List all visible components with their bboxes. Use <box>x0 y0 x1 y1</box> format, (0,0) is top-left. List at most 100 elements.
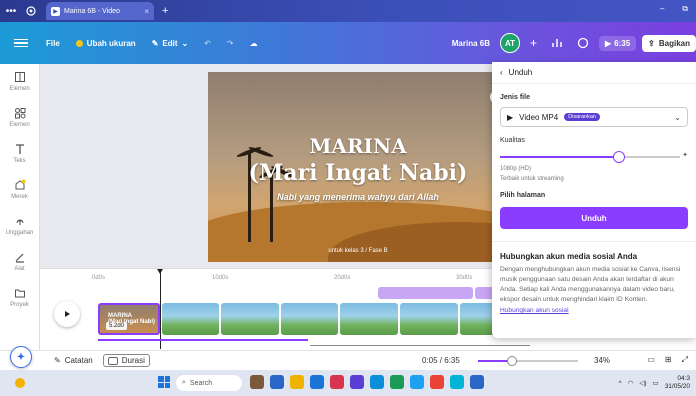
clock-date: 31/05/20 <box>664 383 690 390</box>
back-icon[interactable]: ‹ <box>500 68 503 77</box>
app-icon[interactable] <box>370 375 384 389</box>
play-duration: 6:35 <box>614 38 631 48</box>
sidebar-item-uploads[interactable]: Unggahan <box>0 208 39 244</box>
timeline-clip[interactable] <box>399 303 458 335</box>
add-collaborator-button[interactable]: + <box>526 36 541 50</box>
share-button[interactable]: ⇪ Bagikan <box>642 34 696 52</box>
app-icon[interactable] <box>450 375 464 389</box>
app-icon[interactable] <box>330 375 344 389</box>
chevron-down-icon: ⌄ <box>674 112 681 122</box>
zoom-percent[interactable]: 34% <box>594 356 610 365</box>
canva-favicon-icon: ▶ <box>51 6 60 16</box>
avatar[interactable]: AT <box>499 33 520 53</box>
sidebar-item-label: Unggahan <box>5 230 34 236</box>
sidebar-item-projects[interactable]: Proyek <box>0 280 39 316</box>
redo-button[interactable]: ↷ <box>219 39 242 48</box>
fullscreen-icon[interactable]: ⤢ <box>682 355 688 365</box>
volume-icon[interactable]: ◁) <box>639 379 646 387</box>
browser-tab[interactable]: ▶ Marina 6B - Video × <box>46 2 154 20</box>
search-icon: ⌕ <box>182 379 186 386</box>
audio-track[interactable] <box>378 287 473 299</box>
quality-slider[interactable]: ✦ <box>500 151 688 163</box>
timeline-playhead[interactable] <box>157 269 163 349</box>
taskbar-search[interactable]: ⌕ Search <box>176 375 242 391</box>
download-button[interactable]: Unduh <box>500 207 688 229</box>
clock-time: 04:3 <box>677 375 690 382</box>
weather-icon[interactable] <box>12 375 28 391</box>
edge-app-icon[interactable] <box>410 375 424 389</box>
share-label: Bagikan <box>658 38 690 48</box>
file-menu-button[interactable]: File <box>38 39 68 48</box>
minimize-icon[interactable]: – <box>660 4 664 14</box>
app-icon[interactable] <box>470 375 484 389</box>
notes-button[interactable]: ✎ Catatan <box>54 356 93 365</box>
sidebar-item-draw[interactable]: Alat <box>0 244 39 280</box>
resize-button[interactable]: Ubah ukuran <box>68 39 144 48</box>
sidebar-item-brand[interactable]: Merek <box>0 172 39 208</box>
system-clock[interactable]: 04:3 31/05/20 <box>665 375 690 391</box>
windows-start-icon[interactable] <box>158 376 170 388</box>
timeline-clip[interactable]: MARINA (Mari Ingat Nabi) 5.2d0 <box>98 303 160 335</box>
zoom-knob[interactable] <box>507 356 517 366</box>
panel-header: ‹ Unduh <box>492 62 696 84</box>
sidebar-item-elements[interactable]: Elemen <box>0 100 39 136</box>
insights-icon[interactable] <box>547 33 567 53</box>
store-app-icon[interactable] <box>310 375 324 389</box>
close-tab-icon[interactable]: × <box>144 7 149 16</box>
comment-icon[interactable] <box>573 33 593 53</box>
browser-menu-icon[interactable]: ••• <box>0 6 22 17</box>
timeline-clip[interactable] <box>340 303 398 335</box>
zoom-slider[interactable] <box>478 356 578 366</box>
page-view-icon[interactable]: ▭ <box>647 355 655 365</box>
timeline-clip[interactable] <box>161 303 220 335</box>
download-panel: ‹ Unduh Jenis file ▶ Video MP4 Disaranka… <box>492 62 696 338</box>
quality-value: 1080p (HD) <box>500 166 532 172</box>
app-icon[interactable] <box>270 375 284 389</box>
pencil-icon: ✎ <box>151 38 159 48</box>
folder-app-icon[interactable] <box>290 375 304 389</box>
tray-chevron-icon[interactable]: ^ <box>619 380 622 387</box>
duration-icon <box>107 356 118 365</box>
taskbar-apps <box>250 375 484 389</box>
quality-knob[interactable] <box>612 151 625 163</box>
social-title: Hubungkan akun media sosial Anda <box>500 252 638 261</box>
timeline-clip[interactable] <box>280 303 339 335</box>
windows-taskbar: ⌕ Search ^ ◠ ◁) ▭ 04:3 31/05/20 <box>0 370 696 396</box>
edit-button[interactable]: ✎ Edit ⌄ <box>144 39 197 48</box>
restore-icon[interactable]: ⧉ <box>682 4 688 14</box>
notes-label: Catatan <box>64 356 93 365</box>
duration-button[interactable]: Durasi <box>102 354 150 367</box>
wifi-icon[interactable]: ◠ <box>628 379 634 387</box>
magic-help-button[interactable]: ✦ <box>10 346 32 368</box>
ruler-tick: 10d0s <box>212 275 229 281</box>
video-file-icon: ▶ <box>507 112 514 122</box>
timeline-clip[interactable] <box>221 303 279 335</box>
workspace-icon[interactable] <box>22 4 40 18</box>
sidebar-item-label: Elemen <box>9 86 30 92</box>
notes-icon: ✎ <box>54 356 61 365</box>
file-type-select[interactable]: ▶ Video MP4 Disarankan ⌄ <box>500 107 688 127</box>
cloud-sync-icon[interactable]: ☁ <box>242 39 266 48</box>
elements-icon <box>14 108 25 119</box>
connect-social-link[interactable]: Hubungkan akun sosial <box>500 307 688 314</box>
pages-label: Pilih halaman <box>500 192 546 199</box>
timeline-play-button[interactable] <box>54 301 80 327</box>
grid-view-icon[interactable]: ⊞ <box>665 355 672 365</box>
sidebar-item-text[interactable]: Teks <box>0 136 39 172</box>
chrome-app-icon[interactable] <box>430 375 444 389</box>
slide-preview[interactable]: MARINA (Mari Ingat Nabi) Nabi yang mener… <box>208 72 508 262</box>
battery-icon[interactable]: ▭ <box>653 379 659 387</box>
sidebar-item-design[interactable]: Elemen <box>0 64 39 100</box>
new-tab-button[interactable]: + <box>162 5 168 17</box>
app-icon[interactable] <box>350 375 364 389</box>
timeline-progress <box>98 339 308 341</box>
app-icon[interactable] <box>250 375 264 389</box>
playback-time: 0:05 / 6:35 <box>422 356 460 365</box>
file-type-label: Jenis file <box>500 94 530 101</box>
present-button[interactable]: ▶ 6:35 <box>599 35 637 51</box>
hamburger-menu-icon[interactable] <box>14 38 28 48</box>
project-name[interactable]: Marina 6B <box>452 39 490 48</box>
undo-button[interactable]: ↶ <box>196 39 219 48</box>
timeline-scrollbar[interactable] <box>310 345 530 346</box>
app-icon[interactable] <box>390 375 404 389</box>
